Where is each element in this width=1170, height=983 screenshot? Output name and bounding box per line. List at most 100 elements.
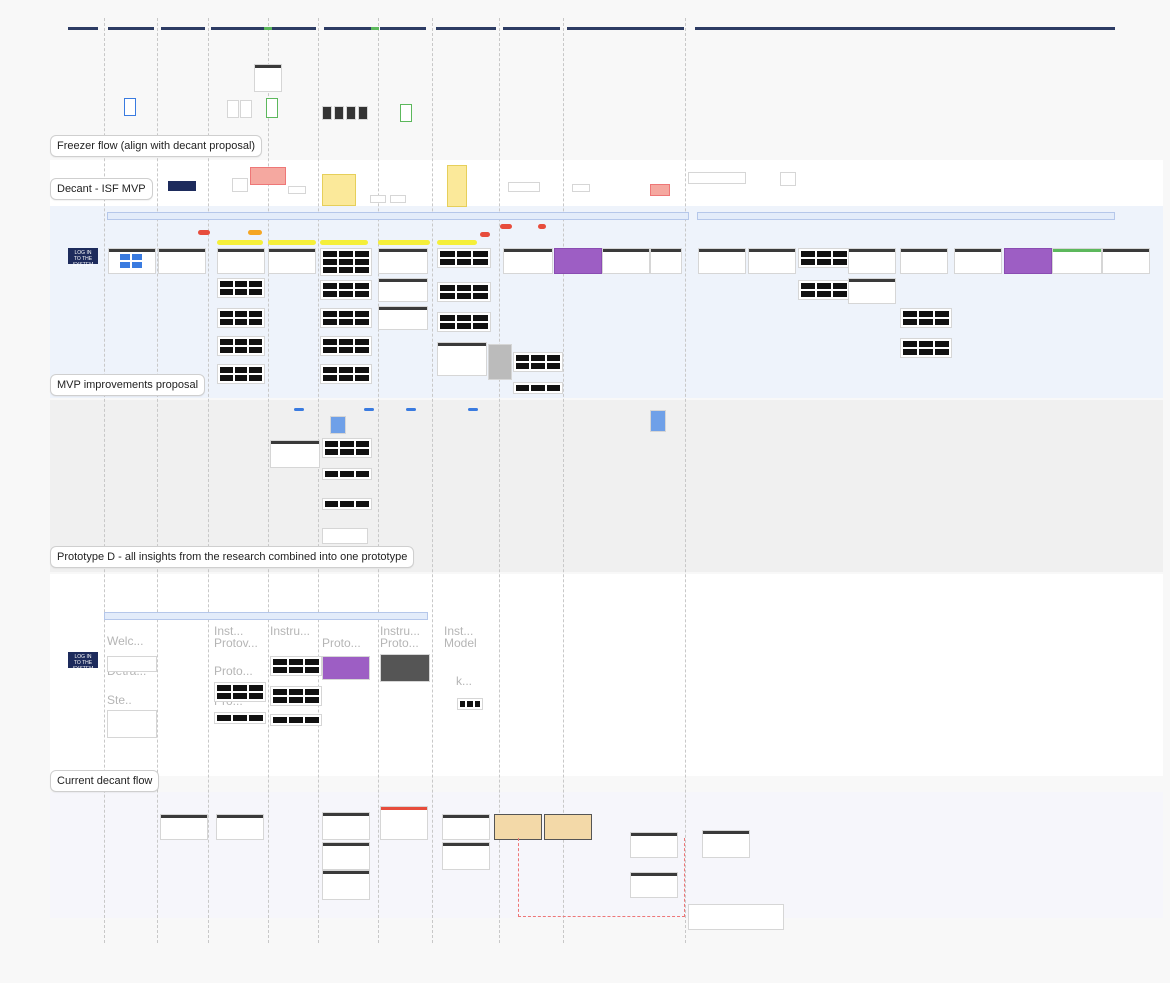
screen-thumbnail[interactable] bbox=[544, 814, 592, 840]
screen-thumbnail[interactable] bbox=[322, 842, 370, 870]
tile-grid-screen[interactable] bbox=[270, 656, 322, 676]
column-header-bar[interactable] bbox=[264, 27, 272, 30]
tile-grid-screen[interactable] bbox=[322, 438, 372, 458]
column-header-bar[interactable] bbox=[108, 27, 154, 30]
tile-grid-screen[interactable] bbox=[320, 336, 372, 356]
tile-grid-screen[interactable] bbox=[798, 280, 850, 300]
screen-thumbnail[interactable] bbox=[442, 814, 490, 840]
primary-button[interactable] bbox=[120, 254, 130, 260]
column-header-bar[interactable] bbox=[272, 27, 316, 30]
tile-grid-screen[interactable] bbox=[513, 352, 563, 372]
column-header-bar[interactable] bbox=[211, 27, 265, 30]
flow-pill[interactable] bbox=[468, 408, 478, 411]
tile-grid-screen[interactable] bbox=[270, 714, 322, 726]
column-header-bar[interactable] bbox=[503, 27, 560, 30]
screen-thumbnail[interactable] bbox=[370, 195, 386, 203]
screen-thumbnail[interactable] bbox=[650, 184, 670, 196]
screen-thumbnail[interactable] bbox=[688, 172, 746, 184]
screen-thumbnail[interactable] bbox=[572, 184, 590, 192]
screen-thumbnail[interactable] bbox=[688, 904, 784, 930]
decant-start-button[interactable] bbox=[168, 181, 196, 191]
flow-header-right[interactable] bbox=[697, 212, 1115, 220]
screen-thumbnail[interactable] bbox=[107, 656, 157, 672]
screen-thumbnail[interactable] bbox=[848, 248, 896, 274]
tile-grid-screen[interactable] bbox=[320, 280, 372, 300]
primary-button[interactable] bbox=[132, 254, 142, 260]
screen-thumbnail[interactable] bbox=[378, 306, 428, 330]
tile-grid-screen[interactable] bbox=[320, 364, 372, 384]
screen-thumbnail[interactable] bbox=[602, 248, 650, 274]
screen-thumbnail[interactable] bbox=[494, 814, 542, 840]
column-header-bar[interactable] bbox=[567, 27, 684, 30]
tile-grid-screen[interactable] bbox=[437, 312, 491, 332]
section-label-current-decant[interactable]: Current decant flow bbox=[50, 770, 160, 792]
screen-thumbnail[interactable] bbox=[216, 814, 264, 840]
flow-pill[interactable] bbox=[294, 408, 304, 411]
screen-thumbnail[interactable] bbox=[698, 248, 746, 274]
column-header-bar[interactable] bbox=[380, 27, 426, 30]
section-label-freezer[interactable]: Freezer flow (align with decant proposal… bbox=[50, 135, 263, 157]
screen-thumbnail[interactable] bbox=[322, 870, 370, 900]
screen-thumbnail[interactable] bbox=[250, 167, 286, 185]
screen-thumbnail[interactable] bbox=[488, 344, 512, 380]
screen-thumbnail[interactable] bbox=[322, 812, 370, 840]
column-header-bar[interactable] bbox=[161, 27, 205, 30]
tile-grid-screen[interactable] bbox=[320, 308, 372, 328]
tile-grid-screen[interactable] bbox=[322, 498, 372, 510]
column-header-bar[interactable] bbox=[68, 27, 98, 30]
screen-thumbnail[interactable] bbox=[748, 248, 796, 274]
flow-pill[interactable] bbox=[406, 408, 416, 411]
screen-thumbnail[interactable] bbox=[848, 278, 896, 304]
screen-thumbnail[interactable] bbox=[322, 528, 368, 544]
screen-thumbnail[interactable] bbox=[390, 195, 406, 203]
screen-thumbnail[interactable] bbox=[330, 416, 346, 434]
screen-thumbnail[interactable] bbox=[160, 814, 208, 840]
screen-thumbnail[interactable] bbox=[107, 710, 157, 738]
screen-thumbnail[interactable] bbox=[900, 248, 948, 274]
screen-thumbnail[interactable] bbox=[780, 172, 796, 186]
flow-pill[interactable] bbox=[364, 408, 374, 411]
screen-thumbnail[interactable] bbox=[268, 248, 316, 274]
screen-thumbnail[interactable] bbox=[322, 106, 332, 120]
tile-grid-screen[interactable] bbox=[217, 308, 265, 328]
screen-thumbnail[interactable] bbox=[437, 342, 487, 376]
tile-grid-screen[interactable] bbox=[217, 278, 265, 298]
screen-thumbnail[interactable] bbox=[1102, 248, 1150, 274]
screen-thumbnail[interactable] bbox=[442, 842, 490, 870]
column-header-bar[interactable] bbox=[371, 27, 379, 30]
screen-thumbnail[interactable] bbox=[380, 806, 428, 840]
screen-thumbnail[interactable] bbox=[270, 440, 320, 468]
screen-thumbnail[interactable] bbox=[108, 248, 156, 274]
tile-grid-screen[interactable] bbox=[457, 698, 483, 710]
screen-thumbnail[interactable] bbox=[1052, 248, 1102, 274]
screen-thumbnail[interactable] bbox=[400, 104, 412, 122]
section-label-prototype-d[interactable]: Prototype D - all insights from the rese… bbox=[50, 546, 415, 568]
tile-grid-screen[interactable] bbox=[900, 338, 952, 358]
screen-thumbnail[interactable] bbox=[378, 248, 428, 274]
screen-thumbnail[interactable] bbox=[346, 106, 356, 120]
screen-thumbnail[interactable] bbox=[158, 248, 206, 274]
tile-grid-screen[interactable] bbox=[214, 682, 266, 702]
primary-button[interactable] bbox=[132, 262, 142, 268]
login-button-bottom[interactable]: LOG IN TO THE SYSTEM bbox=[68, 652, 98, 672]
screen-thumbnail[interactable] bbox=[503, 248, 553, 274]
tile-grid-screen[interactable] bbox=[320, 248, 372, 276]
tile-grid-screen[interactable] bbox=[217, 364, 265, 384]
column-header-bar[interactable] bbox=[324, 27, 372, 30]
primary-button[interactable] bbox=[120, 262, 130, 268]
screen-thumbnail[interactable] bbox=[254, 64, 282, 92]
screen-thumbnail[interactable] bbox=[554, 248, 602, 274]
screen-thumbnail[interactable] bbox=[288, 186, 306, 194]
screen-thumbnail[interactable] bbox=[702, 830, 750, 858]
screen-thumbnail[interactable] bbox=[217, 248, 265, 274]
tile-grid-screen[interactable] bbox=[217, 336, 265, 356]
tile-grid-screen[interactable] bbox=[214, 712, 266, 724]
screen-thumbnail[interactable] bbox=[334, 106, 344, 120]
screen-thumbnail[interactable] bbox=[378, 278, 428, 302]
flow-header-left[interactable] bbox=[107, 212, 689, 220]
prototype-header[interactable] bbox=[104, 612, 428, 620]
column-header-bar[interactable] bbox=[695, 27, 1115, 30]
tile-grid-screen[interactable] bbox=[900, 308, 952, 328]
screen-thumbnail[interactable] bbox=[380, 654, 430, 682]
screen-thumbnail[interactable] bbox=[232, 178, 248, 192]
